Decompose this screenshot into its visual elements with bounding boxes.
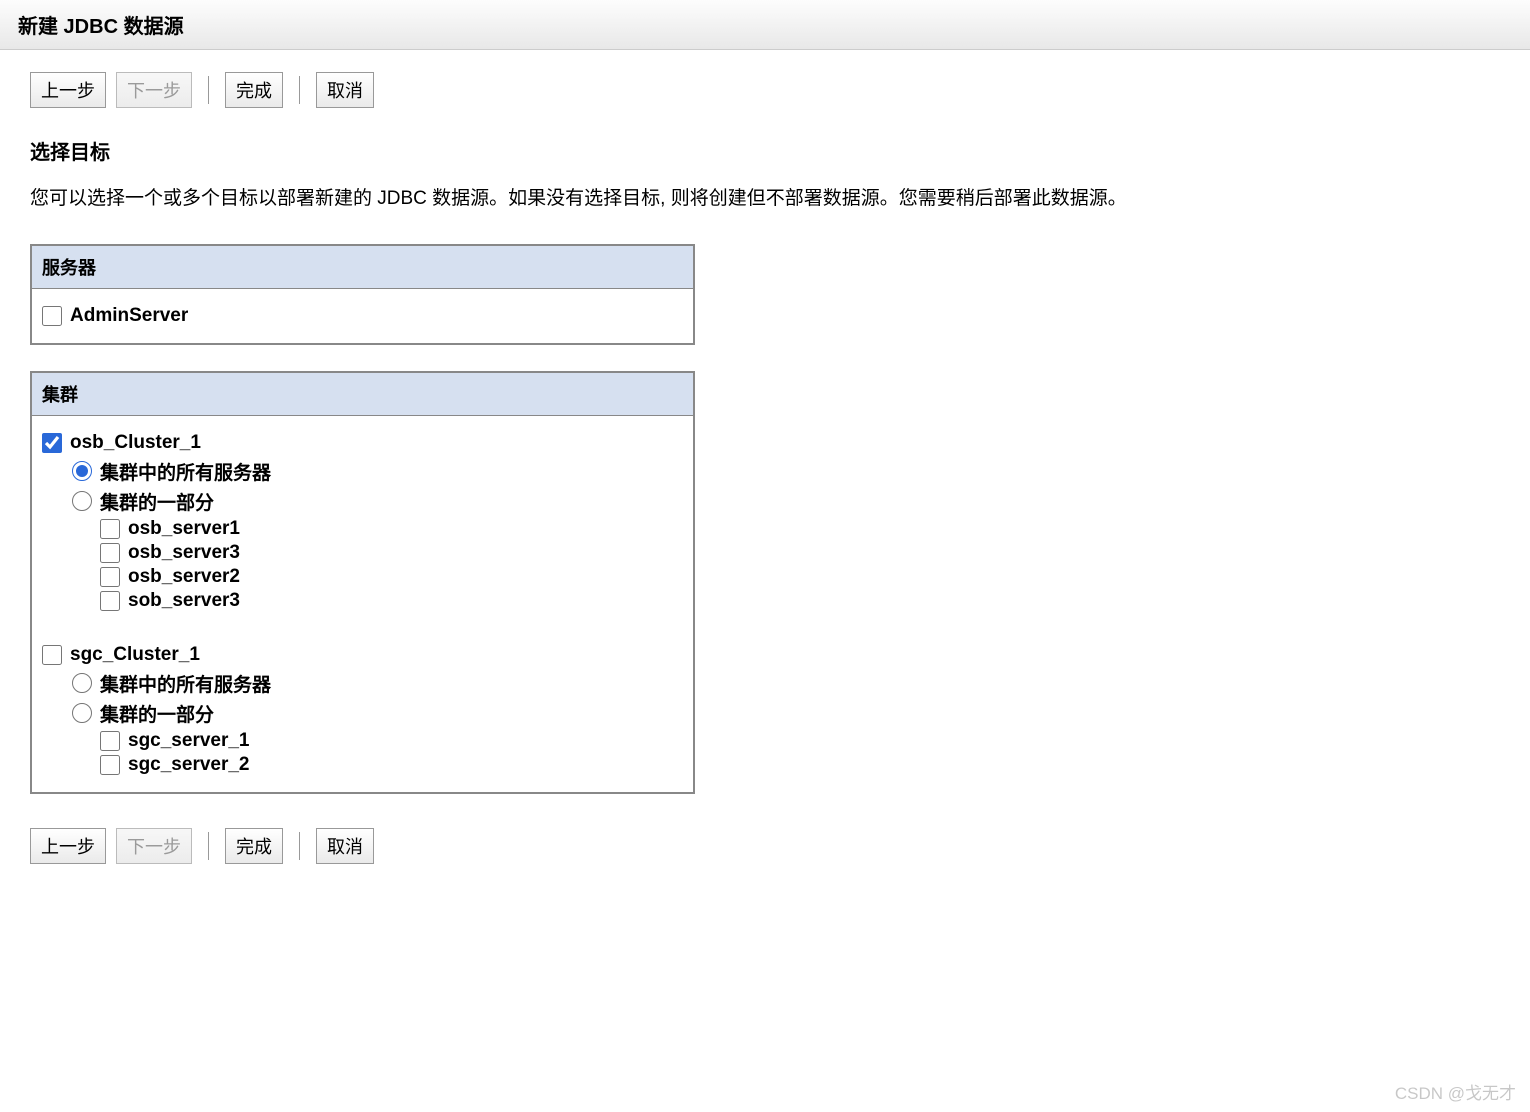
- server-row: sgc_server_1: [100, 730, 683, 752]
- servers-panel-body: AdminServer: [32, 289, 693, 343]
- radio-part-servers-osb[interactable]: [72, 491, 92, 511]
- separator: [208, 832, 209, 860]
- cluster-label: sgc_Cluster_1: [70, 644, 200, 666]
- finish-button[interactable]: 完成: [225, 72, 283, 108]
- cluster-checkbox-osb[interactable]: [42, 433, 62, 453]
- radio-all-servers-osb[interactable]: [72, 461, 92, 481]
- separator: [208, 76, 209, 104]
- clusters-panel-header: 集群: [32, 373, 693, 416]
- radio-row: 集群的一部分: [72, 700, 683, 727]
- back-button[interactable]: 上一步: [30, 72, 106, 108]
- server-checkbox-adminserver[interactable]: [42, 306, 62, 326]
- separator: [299, 832, 300, 860]
- server-label: osb_server1: [128, 518, 240, 540]
- cluster-label: osb_Cluster_1: [70, 432, 201, 454]
- server-checkbox-sgc-server-1[interactable]: [100, 731, 120, 751]
- separator: [299, 76, 300, 104]
- radio-label: 集群的一部分: [100, 700, 214, 727]
- servers-panel-header: 服务器: [32, 246, 693, 289]
- button-bar-top: 上一步 下一步 完成 取消: [30, 72, 1500, 108]
- radio-all-servers-sgc[interactable]: [72, 673, 92, 693]
- cluster-radio-group: 集群中的所有服务器 集群的一部分 sgc_server_1 sgc_server…: [72, 670, 683, 776]
- server-label: osb_server2: [128, 566, 240, 588]
- button-bar-bottom: 上一步 下一步 完成 取消: [30, 828, 1500, 864]
- server-row: sob_server3: [100, 590, 683, 612]
- section-description: 您可以选择一个或多个目标以部署新建的 JDBC 数据源。如果没有选择目标, 则将…: [30, 185, 1500, 214]
- server-checkbox-sob-server3[interactable]: [100, 591, 120, 611]
- back-button[interactable]: 上一步: [30, 828, 106, 864]
- radio-row: 集群中的所有服务器: [72, 670, 683, 697]
- server-checkbox-osb-server1[interactable]: [100, 519, 120, 539]
- cancel-button[interactable]: 取消: [316, 72, 374, 108]
- cluster-server-list: osb_server1 osb_server3 osb_server2 sob_…: [100, 518, 683, 612]
- server-row: AdminServer: [42, 305, 683, 327]
- radio-row: 集群中的所有服务器: [72, 458, 683, 485]
- server-row: osb_server2: [100, 566, 683, 588]
- next-button: 下一步: [116, 828, 192, 864]
- server-label: AdminServer: [70, 305, 188, 327]
- section-title: 选择目标: [30, 136, 1500, 165]
- main-content: 上一步 下一步 完成 取消 选择目标 您可以选择一个或多个目标以部署新建的 JD…: [0, 50, 1530, 894]
- radio-label: 集群中的所有服务器: [100, 458, 271, 485]
- server-row: osb_server3: [100, 542, 683, 564]
- cluster-block-sgc: sgc_Cluster_1 集群中的所有服务器 集群的一部分 sgc_serve…: [32, 628, 693, 792]
- cluster-server-list: sgc_server_1 sgc_server_2: [100, 730, 683, 776]
- server-checkbox-sgc-server-2[interactable]: [100, 755, 120, 775]
- server-label: sob_server3: [128, 590, 240, 612]
- radio-row: 集群的一部分: [72, 488, 683, 515]
- radio-label: 集群中的所有服务器: [100, 670, 271, 697]
- watermark: CSDN @戈无才: [1395, 1079, 1516, 1104]
- cancel-button[interactable]: 取消: [316, 828, 374, 864]
- server-label: sgc_server_2: [128, 754, 250, 776]
- server-label: osb_server3: [128, 542, 240, 564]
- radio-part-servers-sgc[interactable]: [72, 703, 92, 723]
- cluster-checkbox-sgc[interactable]: [42, 645, 62, 665]
- server-row: sgc_server_2: [100, 754, 683, 776]
- server-checkbox-osb-server3[interactable]: [100, 543, 120, 563]
- clusters-panel: 集群 osb_Cluster_1 集群中的所有服务器 集群的一部分: [30, 371, 695, 794]
- finish-button[interactable]: 完成: [225, 828, 283, 864]
- cluster-row: sgc_Cluster_1: [42, 644, 683, 666]
- cluster-block-osb: osb_Cluster_1 集群中的所有服务器 集群的一部分 osb_serve…: [32, 416, 693, 628]
- page-title: 新建 JDBC 数据源: [0, 0, 1530, 50]
- server-label: sgc_server_1: [128, 730, 250, 752]
- server-row: osb_server1: [100, 518, 683, 540]
- radio-label: 集群的一部分: [100, 488, 214, 515]
- cluster-radio-group: 集群中的所有服务器 集群的一部分 osb_server1 osb_server3: [72, 458, 683, 612]
- servers-panel: 服务器 AdminServer: [30, 244, 695, 345]
- cluster-row: osb_Cluster_1: [42, 432, 683, 454]
- server-checkbox-osb-server2[interactable]: [100, 567, 120, 587]
- next-button: 下一步: [116, 72, 192, 108]
